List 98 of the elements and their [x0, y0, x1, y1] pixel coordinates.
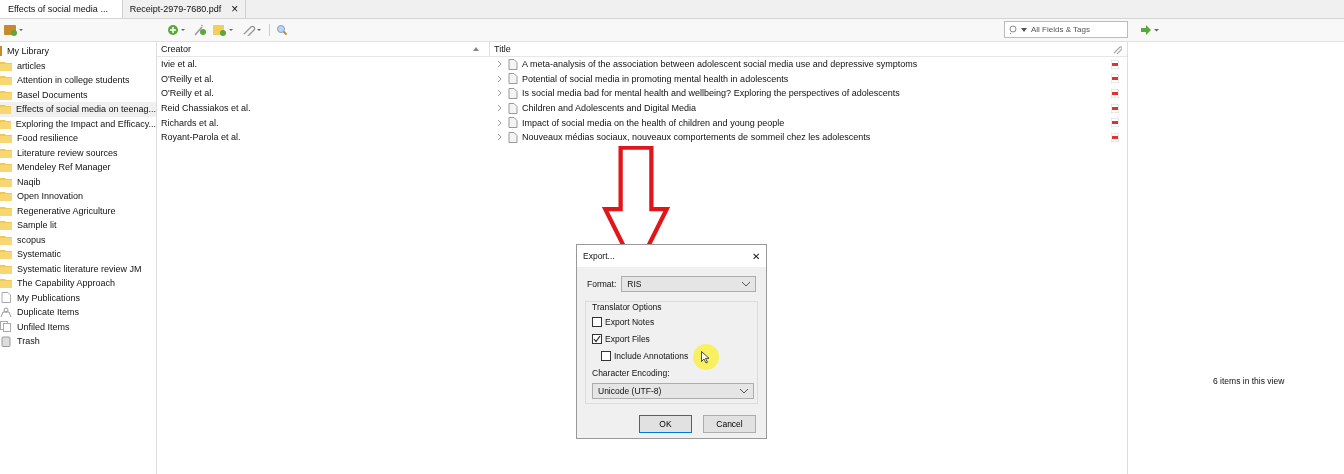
- trash-icon: [0, 335, 12, 347]
- folder-icon: [0, 118, 11, 129]
- close-button[interactable]: ✕: [752, 250, 760, 262]
- folder-icon: [0, 234, 12, 245]
- collection-item[interactable]: Exploring the Impact and Efficacy...: [0, 116, 156, 131]
- column-header[interactable]: Title: [490, 42, 1110, 56]
- table-cell-text: Richards et al.: [160, 117, 220, 128]
- collection-item[interactable]: scopus: [0, 232, 156, 247]
- format-dropdown[interactable]: RIS: [621, 276, 757, 292]
- collection-item[interactable]: My Library: [0, 44, 156, 59]
- folder-icon: [0, 162, 12, 173]
- table-cell: Nouveaux médias sociaux, nouveaux comportements de sommeil chez les adolescents: [522, 132, 871, 143]
- table-cell: Is social media bad for mental health and wellbeing? Exploring the perspectives of adolescents: [522, 88, 900, 99]
- document-icon: [508, 102, 518, 114]
- encoding-label: Character Encoding:: [592, 367, 670, 379]
- checkbox[interactable]: [592, 333, 602, 344]
- group-title: Translator Options: [592, 301, 663, 313]
- collection-item[interactable]: Literature review sources: [0, 145, 156, 160]
- checkbox[interactable]: [601, 350, 611, 361]
- collection-item[interactable]: Unfiled Items: [0, 319, 156, 334]
- new-note-icon[interactable]: [213, 24, 235, 36]
- folder-icon: [0, 176, 12, 187]
- magic-wand-icon[interactable]: [193, 24, 207, 36]
- column-header[interactable]: Creator: [157, 42, 490, 56]
- encoding-dropdown[interactable]: Unicode (UTF-8): [592, 383, 754, 399]
- dialog-button[interactable]: Cancel: [703, 415, 756, 433]
- collection-item[interactable]: Duplicate Items: [0, 305, 156, 320]
- pdf-icon[interactable]: [1111, 59, 1119, 69]
- close-tab-button[interactable]: ×: [231, 2, 239, 16]
- folder-icon: [0, 205, 12, 216]
- arrow-right-icon[interactable]: [1140, 24, 1160, 36]
- folder-icon: [0, 147, 12, 158]
- table-cell: Potential of social media in promoting mental health in adolescents: [522, 73, 789, 84]
- chevron-down-icon[interactable]: [742, 281, 751, 287]
- table-cell-text: O'Reilly et al.: [160, 73, 215, 84]
- folder-icon: [0, 249, 12, 260]
- folder-icon: [0, 220, 12, 231]
- document-icon: [508, 117, 518, 129]
- checkbox[interactable]: [592, 316, 602, 327]
- table-cell: Children and Adolescents and Digital Media: [522, 103, 697, 114]
- folder-icon: [0, 133, 12, 144]
- table-cell: Impact of social media on the health of children and young people: [522, 117, 785, 128]
- folder-icon: [0, 278, 12, 289]
- collection-item[interactable]: Systematic: [0, 247, 156, 262]
- collection-item[interactable]: Naqib: [0, 174, 156, 189]
- search-field[interactable]: All Fields & Tags: [1004, 21, 1128, 38]
- folder-icon: [0, 75, 12, 86]
- collection-item[interactable]: My Publications: [0, 290, 156, 305]
- tab[interactable]: Effects of social media ...: [0, 0, 123, 18]
- collection-item[interactable]: The Capability Approach: [0, 276, 156, 291]
- collection-item[interactable]: articles: [0, 58, 156, 73]
- pdf-icon[interactable]: [1111, 132, 1119, 142]
- duplicate-icon: [0, 306, 12, 318]
- table-cell-text: Ivie et al.: [160, 59, 199, 70]
- checkbox-label: Include Annotations: [614, 350, 689, 361]
- pdf-icon[interactable]: [1111, 74, 1119, 84]
- add-item-icon[interactable]: [167, 24, 187, 36]
- document-icon: [508, 73, 518, 85]
- folder-icon: [0, 89, 12, 100]
- folder-icon: [0, 191, 12, 202]
- collection-item[interactable]: Open Innovation: [0, 189, 156, 204]
- table-cell-text: Royant-Parola et al.: [160, 132, 242, 143]
- format-label: Format:: [587, 279, 617, 289]
- collection-item[interactable]: Regenerative Agriculture: [0, 203, 156, 218]
- checkbox-label: Export Notes: [605, 316, 655, 327]
- table-cell: A meta-analysis of the association between adolescent social media use and depressive symptoms: [522, 59, 918, 70]
- collection-item[interactable]: Trash: [0, 334, 156, 349]
- checkbox-label: Export Files: [605, 333, 650, 344]
- table-cell-text: O'Reilly et al.: [160, 88, 215, 99]
- chevron-down-icon[interactable]: [740, 388, 748, 394]
- sort-ascending-icon[interactable]: [473, 47, 479, 51]
- pdf-icon[interactable]: [1111, 103, 1119, 113]
- folder-icon: [0, 104, 12, 115]
- paperclip-icon[interactable]: [1112, 44, 1122, 54]
- paperclip-icon[interactable]: [241, 24, 263, 36]
- new-collection-icon[interactable]: [4, 24, 24, 36]
- collection-item[interactable]: Food resilience: [0, 131, 156, 146]
- collection-item[interactable]: Systematic literature review JM: [0, 261, 156, 276]
- dialog-title: Export...: [583, 251, 615, 261]
- pdf-icon[interactable]: [1111, 118, 1119, 128]
- collection-item[interactable]: Basel Documents: [0, 87, 156, 102]
- collection-item[interactable]: Sample lit: [0, 218, 156, 233]
- item-count: 6 items in this view: [1213, 376, 1285, 386]
- document-icon: [508, 131, 518, 143]
- collection-item[interactable]: Mendeley Ref Manager: [0, 160, 156, 175]
- cursor-icon: [701, 351, 710, 364]
- caret-icon[interactable]: [1021, 28, 1027, 32]
- document-icon: [508, 58, 518, 70]
- folder-icon: [0, 60, 12, 71]
- collection-item[interactable]: Attention in college students: [0, 73, 156, 88]
- collection-item[interactable]: Effects of social media on teenag...: [0, 102, 156, 117]
- pdf-icon[interactable]: [1111, 89, 1119, 98]
- document-icon: [508, 88, 518, 99]
- folder-icon: [0, 263, 12, 274]
- dialog-button[interactable]: OK: [639, 415, 692, 433]
- search-icon[interactable]: [276, 24, 288, 36]
- search-icon[interactable]: [1009, 25, 1018, 35]
- table-cell-text: Reid Chassiakos et al.: [160, 103, 252, 114]
